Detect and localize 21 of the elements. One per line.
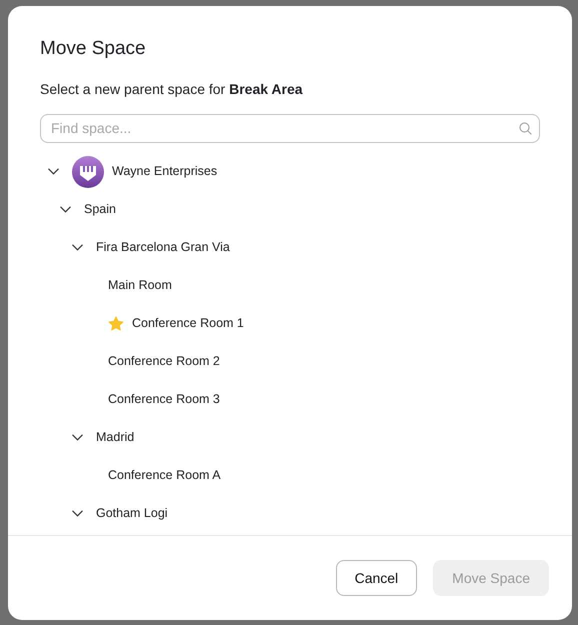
space-name[interactable]: Madrid (96, 428, 134, 448)
dialog-title: Move Space (40, 38, 147, 61)
organization-name[interactable]: Wayne Enterprises (112, 162, 218, 182)
organization-logo-icon (72, 156, 104, 188)
space-name[interactable]: Conference Room 3 (108, 390, 220, 410)
chevron-down-icon[interactable] (60, 206, 71, 214)
search-field[interactable]: Find space... (40, 114, 540, 143)
cancel-button[interactable]: Cancel (336, 560, 418, 596)
dialog-subtitle: Select a new parent space for Break Area (40, 80, 304, 99)
space-name[interactable]: Conference Room 1 (132, 314, 244, 334)
space-name[interactable]: Conference Room 2 (108, 352, 220, 372)
chevron-down-icon[interactable] (48, 168, 59, 176)
space-name[interactable]: Gotham Logi (96, 504, 168, 524)
chevron-down-icon[interactable] (72, 510, 83, 518)
space-name[interactable]: Spain (84, 200, 116, 220)
chevron-down-icon[interactable] (72, 244, 83, 252)
search-icon (519, 122, 532, 135)
chevron-down-icon[interactable] (72, 434, 83, 442)
space-name[interactable]: Fira Barcelona Gran Via (96, 238, 230, 258)
space-name[interactable]: Conference Room A (108, 466, 221, 486)
space-name[interactable]: Main Room (108, 276, 172, 296)
